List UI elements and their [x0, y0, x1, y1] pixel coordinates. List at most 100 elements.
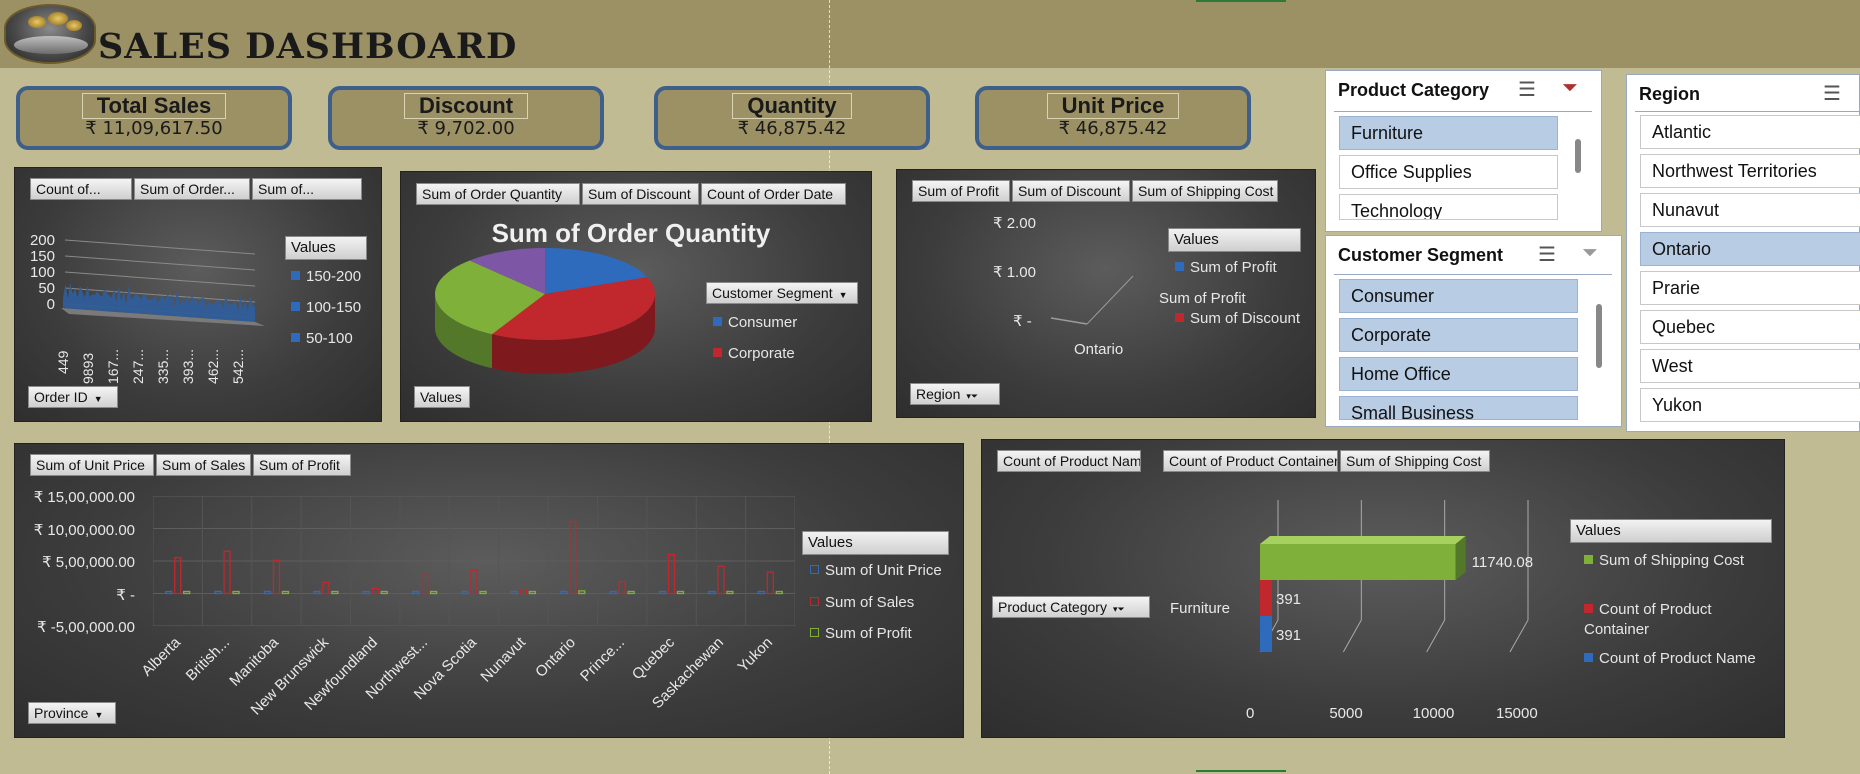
kpi-label: Quantity — [732, 93, 852, 119]
legend-field-button[interactable]: Customer Segment ▼ — [706, 282, 858, 304]
slicer-item-quebec[interactable]: Quebec — [1640, 310, 1860, 344]
kpi-value: ₹ 46,875.42 — [1058, 118, 1168, 139]
slicer-item-home-office[interactable]: Home Office — [1339, 357, 1578, 391]
bar-plot — [153, 496, 795, 626]
filter-field-button[interactable]: Product Category ▾⏷ — [992, 596, 1150, 618]
legend-title: Values — [285, 236, 367, 260]
field-button[interactable]: Sum of Profit — [912, 180, 1010, 202]
field-button[interactable]: Sum of Profit — [253, 454, 351, 476]
field-button[interactable]: Sum of Discount — [582, 183, 699, 205]
y-tick: ₹ 2.00 — [993, 215, 1036, 232]
kpi-label: Discount — [403, 93, 529, 119]
bar — [609, 590, 617, 595]
bar — [766, 571, 774, 595]
bar-product-container — [1260, 580, 1272, 616]
slicer-item-west[interactable]: West — [1640, 349, 1860, 383]
bar — [717, 565, 725, 595]
slicer-item-consumer[interactable]: Consumer — [1339, 279, 1578, 313]
field-button[interactable]: Count of Product Container — [1163, 450, 1338, 472]
x-tick: 462... — [205, 348, 221, 384]
page-title: SALES DASHBOARD — [98, 26, 518, 67]
region-profit-line-chart[interactable]: Sum of Profit Sum of Discount Sum of Shi… — [896, 169, 1316, 418]
field-button[interactable]: Sum of Order Quantity — [416, 183, 580, 205]
cell-selection-marker — [1196, 0, 1286, 2]
order-quantity-pie-chart[interactable]: Sum of Order Quantity Sum of Discount Co… — [400, 171, 872, 422]
axis-field-button[interactable]: Province ▼ — [28, 702, 116, 724]
x-tick: 0 — [1246, 705, 1255, 722]
scrollbar[interactable] — [1596, 304, 1602, 368]
product-category-bar-chart[interactable]: Count of Product Name Count of Product C… — [981, 439, 1785, 738]
logo-icon — [4, 4, 96, 64]
kpi-total-sales[interactable]: Total Sales ₹ 11,09,617.50 — [16, 86, 292, 150]
field-button[interactable]: Sum of Shipping Cost — [1340, 450, 1490, 472]
slicer-item-atlantic[interactable]: Atlantic — [1640, 115, 1860, 149]
bar — [174, 557, 182, 595]
multi-select-icon[interactable]: ☰ — [1518, 77, 1536, 102]
gridline — [1426, 619, 1446, 653]
multi-select-icon[interactable]: ☰ — [1823, 81, 1841, 106]
slicer-item-corporate[interactable]: Corporate — [1339, 318, 1578, 352]
field-button[interactable]: Sum of Unit Price — [30, 454, 154, 476]
y-tick: 150 — [29, 248, 55, 265]
bar — [322, 581, 330, 595]
slicer-item-northwest-territories[interactable]: Northwest Territories — [1640, 154, 1860, 188]
data-annotation: Sum of Profit — [1159, 290, 1246, 307]
slicer-item-yukon[interactable]: Yukon — [1640, 388, 1860, 422]
field-button[interactable]: Sum of Shipping Cost — [1132, 180, 1278, 202]
field-button[interactable]: Count of... — [30, 178, 132, 200]
axis-field-button[interactable]: Region ▾⏷ — [910, 383, 1000, 405]
slicer-title: Customer Segment — [1338, 245, 1504, 265]
slicer-item-furniture[interactable]: Furniture — [1339, 116, 1558, 150]
x-tick: Ontario — [1074, 341, 1124, 358]
field-button[interactable]: Count of Order Date — [701, 183, 846, 205]
slicer-item-small-business[interactable]: Small Business — [1339, 396, 1578, 420]
bar — [272, 559, 281, 595]
field-button[interactable]: Count of Product Name — [997, 450, 1141, 472]
slicer-item-office-supplies[interactable]: Office Supplies — [1339, 155, 1558, 189]
product-category-slicer[interactable]: Product Category ☰ ⏷ Furniture Office Su… — [1325, 70, 1602, 232]
multi-select-icon[interactable]: ☰ — [1538, 242, 1556, 267]
bar — [757, 590, 765, 595]
bar — [726, 590, 734, 595]
x-tick: Prince... — [577, 634, 629, 685]
x-tick: Alberta — [138, 634, 184, 680]
customer-segment-slicer[interactable]: Customer Segment ☰ ⏷ Consumer Corporate … — [1325, 235, 1622, 427]
kpi-value: ₹ 9,702.00 — [417, 118, 515, 139]
annotation-leader — [1086, 275, 1134, 325]
y-tick: ₹ 15,00,000.00 — [33, 489, 135, 506]
x-tick: 449 — [55, 350, 71, 374]
bar — [371, 587, 379, 595]
x-tick: 335... — [155, 348, 171, 384]
bar — [331, 590, 339, 595]
bar — [183, 590, 191, 595]
slicer-item-prarie[interactable]: Prarie — [1640, 271, 1860, 305]
axis-field-button[interactable]: Order ID ▼ — [28, 386, 118, 408]
slicer-item-ontario[interactable]: Ontario — [1640, 232, 1860, 266]
province-sales-bar-chart[interactable]: Sum of Unit Price Sum of Sales Sum of Pr… — [14, 443, 964, 738]
kpi-quantity[interactable]: Quantity ₹ 46,875.42 — [654, 86, 930, 150]
scrollbar[interactable] — [1575, 139, 1581, 173]
kpi-discount[interactable]: Discount ₹ 9,702.00 — [328, 86, 604, 150]
field-button[interactable]: Sum of Order... — [134, 178, 250, 200]
bar-product-name — [1260, 616, 1272, 652]
region-slicer[interactable]: Region ☰ Atlantic Northwest Territories … — [1626, 74, 1860, 432]
values-button[interactable]: Values — [414, 386, 470, 408]
slicer-item-technology[interactable]: Technology — [1339, 194, 1558, 220]
kpi-unit-price[interactable]: Unit Price ₹ 46,875.42 — [975, 86, 1251, 150]
clear-filter-icon[interactable]: ⏷ — [1562, 77, 1578, 100]
data-label: 391 — [1276, 627, 1302, 644]
chevron-down-icon: ▼ — [838, 290, 848, 300]
legend-item: Corporate — [713, 345, 795, 362]
field-button[interactable]: Sum of Discount — [1012, 180, 1130, 202]
order-id-area-chart[interactable]: Count of... Sum of Order... Sum of... 20… — [14, 167, 382, 422]
kpi-value: ₹ 11,09,617.50 — [85, 118, 223, 139]
bar — [313, 590, 321, 595]
field-button[interactable]: Sum of... — [252, 178, 362, 200]
slicer-item-nunavut[interactable]: Nunavut — [1640, 193, 1860, 227]
legend-item: Sum of Shipping Cost — [1584, 552, 1744, 569]
legend-title: Values — [802, 531, 949, 555]
clear-filter-icon[interactable]: ⏷ — [1582, 242, 1598, 265]
x-tick: 10000 — [1412, 705, 1455, 722]
field-button[interactable]: Sum of Sales — [156, 454, 251, 476]
y-tick: ₹ 10,00,000.00 — [33, 521, 135, 539]
